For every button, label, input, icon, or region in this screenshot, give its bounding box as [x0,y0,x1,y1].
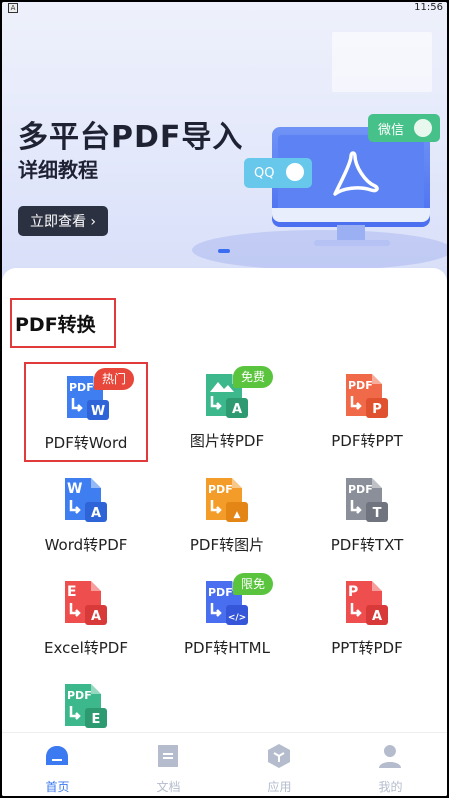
view-now-button[interactable]: 立即查看 › [18,206,108,236]
svg-text:A: A [91,609,101,624]
svg-text:A: A [232,402,242,417]
badge-hot: 热门 [94,368,135,390]
qq-icon [286,163,304,181]
banner-decoration [332,32,432,92]
tab-label: 我的 [378,780,403,794]
svg-text:A: A [372,609,382,624]
wechat-icon [414,119,432,137]
promo-banner[interactable]: 多平台PDF导入 详细教程 立即查看 › QQ 微信 [2,2,447,284]
svg-text:W: W [67,481,82,497]
home-icon [46,746,68,765]
tool-label: PDF转PPT [331,432,403,450]
pdf-to-image-icon: PDF ▲ [206,478,248,522]
monitor-bezel [272,208,430,222]
svg-text:E: E [67,584,77,600]
tool-label: Excel转PDF [44,639,128,657]
carousel-indicator [218,249,230,253]
svg-text:E: E [92,712,101,727]
tool-pdf-to-txt[interactable]: PDF T PDF转TXT [305,466,429,566]
section-title: PDF转换 [10,298,116,348]
tab-document[interactable]: 文档 [113,733,224,796]
pdf-to-txt-icon: PDFT [346,478,388,522]
banner-title: 多平台PDF导入 [18,120,244,155]
tool-label: PDF转图片 [189,536,265,554]
tool-pdf-to-image[interactable]: PDF ▲ PDF转图片 [165,466,289,566]
status-time: 11:56 [414,2,443,13]
tab-profile[interactable]: 我的 [335,733,446,796]
tab-label: 首页 [45,780,70,794]
svg-text:P: P [348,584,358,600]
profile-icon [379,745,401,768]
svg-text:PDF: PDF [348,483,373,496]
banner-subtitle: 详细教程 [18,158,98,182]
svg-text:PDF: PDF [348,379,373,392]
svg-text:▲: ▲ [234,510,241,520]
qq-bubble: QQ [244,158,312,188]
svg-text:T: T [373,506,382,521]
tool-label: PDF转HTML [184,639,270,657]
svg-text:P: P [372,402,382,417]
tool-pdf-to-word[interactable]: PDF W 热门 PDF转Word [24,362,148,462]
tool-pdf-to-ppt[interactable]: PDF P PDF转PPT [305,362,429,462]
tool-label: PDF转TXT [330,536,404,554]
badge-free: 限免 [233,573,274,595]
svg-text:A: A [91,506,101,521]
tab-home[interactable]: 首页 [2,733,113,796]
svg-text:</>: </> [228,613,246,623]
tool-label: 图片转PDF [189,432,265,450]
tool-excel-to-pdf[interactable]: E A Excel转PDF [24,569,148,669]
tab-label: 文档 [156,780,181,794]
wechat-bubble: 微信 [368,114,440,142]
banner-decoration [192,230,447,270]
apps-icon [268,744,290,768]
acrobat-icon [333,151,379,196]
app-screen: 多平台PDF导入 详细教程 立即查看 › QQ 微信 A 11:56 PDF转换… [2,2,447,796]
qq-label: QQ [254,165,275,181]
svg-text:W: W [91,404,105,419]
badge-free: 免费 [233,366,274,388]
excel-to-pdf-icon: EA [65,581,107,625]
svg-text:PDF: PDF [67,689,92,702]
bottom-tab-bar: 首页 文档 应用 我的 [2,732,447,796]
status-bar: A 11:56 [2,2,447,16]
tool-label: PDF转Word [44,434,128,452]
wechat-label: 微信 [378,122,405,138]
ppt-to-pdf-icon: PA [346,581,388,625]
tool-ppt-to-pdf[interactable]: P A PPT转PDF [305,569,429,669]
pdf-to-ppt-icon: PDF P [346,374,388,418]
document-icon [158,745,178,767]
svg-text:PDF: PDF [69,381,94,394]
tool-pdf-to-html[interactable]: PDF </> 限免 PDF转HTML [165,569,289,669]
pdf-to-excel-icon: PDFE [65,684,107,728]
svg-text:PDF: PDF [208,586,233,599]
notification-icon: A [8,3,18,13]
tool-word-to-pdf[interactable]: W A Word转PDF [24,466,148,566]
tool-image-to-pdf[interactable]: A 免费图片转PDF [165,362,289,462]
word-to-pdf-icon: WA [65,478,107,522]
tool-label: Word转PDF [44,536,128,554]
tab-label: 应用 [267,780,292,794]
tab-apps[interactable]: 应用 [224,733,335,796]
tool-label: PPT转PDF [331,639,403,657]
monitor-base [314,240,390,246]
svg-text:PDF: PDF [208,483,233,496]
